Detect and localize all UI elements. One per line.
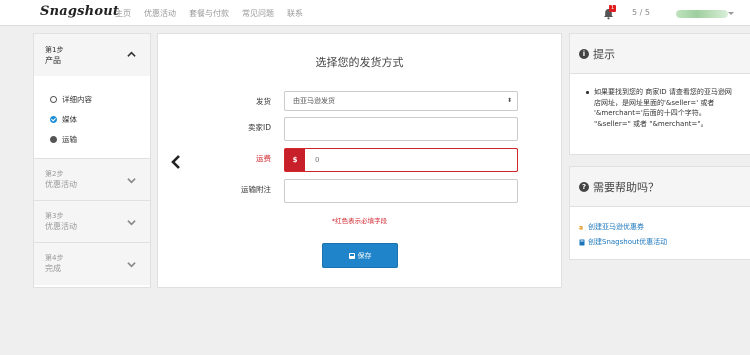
step-3-header[interactable]: 第3步 优惠活动 (34, 201, 150, 243)
subitem-label: 详细内容 (62, 95, 92, 104)
step-1-title: 产品 (45, 56, 61, 65)
help-title: 需要帮助吗？ (593, 180, 659, 194)
save-button[interactable]: 保存 (322, 243, 398, 268)
subitem-label: 媒体 (62, 115, 77, 124)
svg-text:a: a (579, 224, 583, 231)
subitem-shipping[interactable]: 运输 (50, 134, 77, 145)
circle-filled-icon (50, 136, 57, 143)
shipping-notes-input[interactable] (284, 179, 518, 203)
step-2-header[interactable]: 第2步 优惠活动 (34, 159, 150, 201)
subitem-label: 运输 (62, 135, 77, 144)
shipping-form-panel: 选择您的发货方式 发货 由亚马逊发货 卖家ID 运费 $ 0 运输附注 *红色表… (157, 33, 562, 288)
step-2-number: 第2步 (45, 170, 64, 178)
form-title: 选择您的发货方式 (315, 56, 404, 69)
chevron-down-icon (127, 262, 136, 268)
top-navbar: Snagshout 主页 优惠活动 套餐与付款 常见问题 联系 1 5 / 5 (0, 0, 750, 26)
shipping-method-select[interactable]: 由亚马逊发货 (284, 91, 518, 111)
step-4-number: 第4步 (45, 254, 64, 262)
shipping-notes-label: 运输附注 (241, 185, 271, 194)
chevron-down-icon (127, 178, 136, 184)
chevron-down-icon (127, 220, 136, 226)
step-1-number: 第1步 (45, 46, 64, 54)
create-snagshout-deal-link[interactable]: 创建Snagshout优惠活动 (579, 237, 667, 247)
circle-open-icon (50, 96, 57, 103)
save-disk-icon (348, 252, 355, 259)
step-1-header[interactable]: 第1步 产品 (34, 34, 150, 76)
shipping-method-value: 由亚马逊发货 (293, 97, 335, 105)
steps-panel: 第1步 产品 详细内容 媒体 运输 第2步 优惠活动 第3步 优惠活动 第4步 … (33, 33, 151, 288)
notification-badge: 1 (609, 5, 617, 12)
required-fields-note: *红色表示必填字段 (331, 217, 388, 225)
create-amazon-coupon-link[interactable]: a 创建亚马逊优惠券 (579, 222, 644, 232)
step-3-title: 优惠活动 (45, 222, 77, 231)
nav-link-home[interactable]: 主页 (115, 8, 131, 19)
subitem-media[interactable]: 媒体 (50, 114, 77, 125)
tip-header: i 提示 (570, 34, 750, 74)
help-panel: ? 需要帮助吗？ a 创建亚马逊优惠券 创建Snagshout优惠活动 (569, 166, 750, 260)
dollar-addon: $ (285, 149, 305, 171)
back-arrow-icon[interactable] (170, 154, 182, 170)
info-icon: i (579, 48, 589, 59)
nav-link-contact[interactable]: 联系 (287, 8, 303, 19)
nav-links: 主页 优惠活动 套餐与付款 常见问题 联系 (115, 8, 316, 19)
shipping-fee-label: 运费 (256, 154, 271, 163)
step-1-subitems: 详细内容 媒体 运输 (34, 76, 150, 159)
check-circle-icon (50, 116, 57, 123)
tip-text: 如果要找到您的 商家ID 请查看您的亚马逊网店网址，是网址里面的'&seller… (586, 87, 734, 129)
save-button-label: 保存 (357, 251, 372, 260)
subitem-details[interactable]: 详细内容 (50, 94, 92, 105)
seller-id-label: 卖家ID (248, 123, 271, 132)
nav-link-plans[interactable]: 套餐与付款 (189, 8, 229, 19)
seller-id-input[interactable] (284, 117, 518, 141)
question-circle-icon: ? (579, 181, 589, 192)
shipping-fee-input[interactable]: $ 0 (284, 148, 518, 172)
amazon-icon: a (579, 224, 583, 231)
nav-link-faq[interactable]: 常见问题 (242, 8, 274, 19)
step-4-header[interactable]: 第4步 完成 (34, 243, 150, 285)
pager-count: 5 / 5 (632, 8, 650, 17)
user-menu[interactable] (676, 10, 734, 18)
book-icon (579, 239, 585, 245)
notification-bell-icon[interactable]: 1 (603, 5, 617, 20)
chevron-up-icon (127, 51, 136, 57)
step-2-title: 优惠活动 (45, 180, 77, 189)
step-4-title: 完成 (45, 264, 61, 273)
help-link-label: 创建Snagshout优惠活动 (588, 238, 668, 246)
nav-link-deals[interactable]: 优惠活动 (144, 8, 176, 19)
shipping-fee-value: 0 (315, 156, 320, 164)
tip-panel: i 提示 如果要找到您的 商家ID 请查看您的亚马逊网店网址，是网址里面的'&s… (569, 33, 750, 155)
help-header: ? 需要帮助吗？ (570, 167, 750, 207)
shipping-label: 发货 (256, 97, 271, 106)
help-link-label: 创建亚马逊优惠券 (588, 223, 644, 231)
tip-title: 提示 (593, 47, 615, 61)
step-3-number: 第3步 (45, 212, 64, 220)
logo[interactable]: Snagshout (40, 4, 119, 19)
